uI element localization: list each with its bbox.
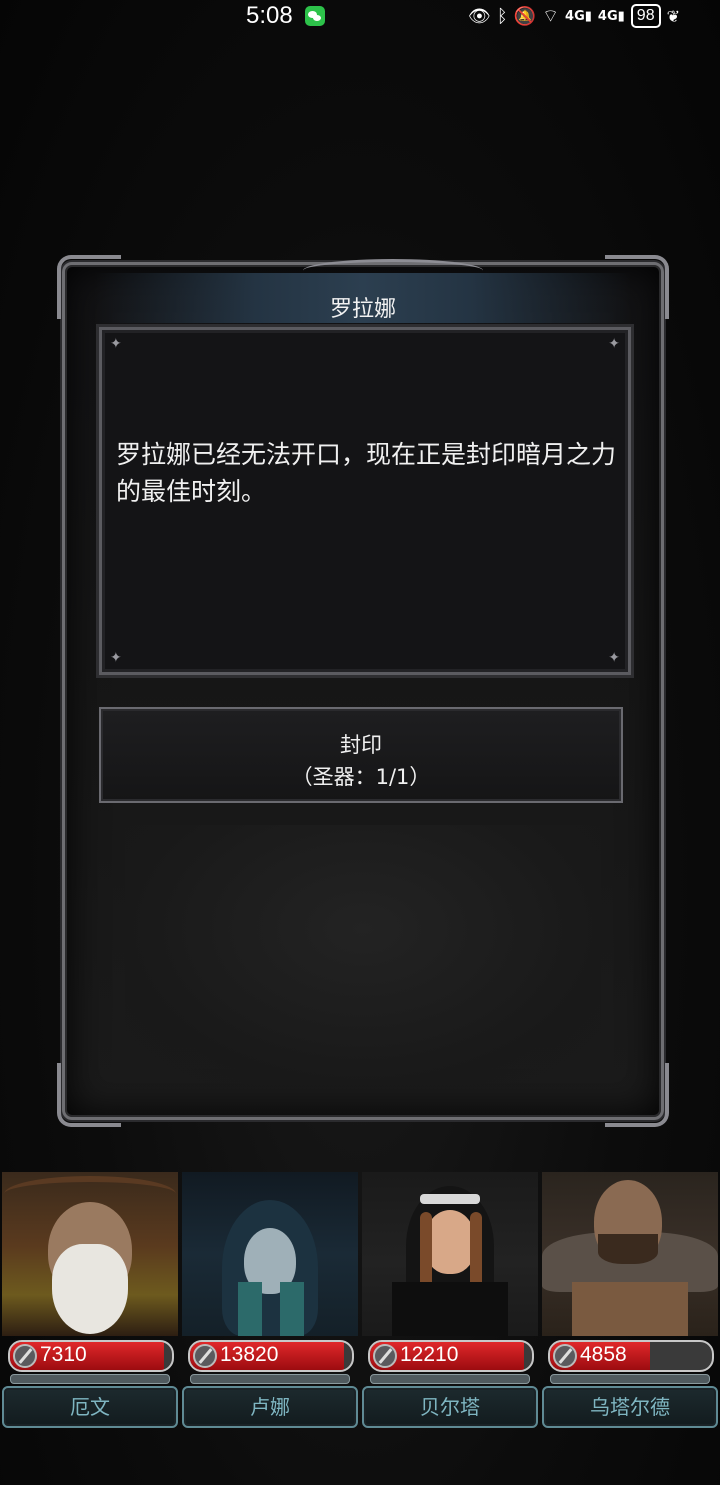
eye-icon: 👁 bbox=[468, 5, 491, 27]
party-member[interactable]: 12210 贝尔塔 bbox=[360, 1172, 540, 1432]
member-name-button[interactable]: 乌塔尔德 bbox=[542, 1386, 718, 1428]
speaker-name: 罗拉娜 bbox=[329, 297, 396, 322]
hp-bar: 13820 bbox=[188, 1340, 354, 1372]
title-bar: 罗拉娜 bbox=[95, 259, 631, 323]
frame-ornament bbox=[57, 1063, 121, 1127]
wifi-icon: ⌔ bbox=[542, 5, 560, 27]
sword-icon bbox=[13, 1344, 37, 1368]
wechat-notification-icon bbox=[305, 6, 325, 26]
dialog-text-box: ✦ ✦ ✦ ✦ 罗拉娜已经无法开口，现在正是封印暗月之力的最佳时刻。 bbox=[99, 327, 631, 675]
sword-icon bbox=[553, 1344, 577, 1368]
sub-bar bbox=[190, 1374, 350, 1384]
sub-bar bbox=[550, 1374, 710, 1384]
signal-icon-1: 4G▮ bbox=[565, 8, 592, 24]
leaf-icon: ❦ bbox=[666, 6, 680, 26]
member-name-button[interactable]: 贝尔塔 bbox=[362, 1386, 538, 1428]
hp-value: 13820 bbox=[220, 1343, 279, 1366]
hp-value: 4858 bbox=[580, 1343, 627, 1366]
frame-ornament bbox=[605, 1063, 669, 1127]
choice-label: 封印 bbox=[340, 733, 382, 757]
member-name-button[interactable]: 厄文 bbox=[2, 1386, 178, 1428]
seal-choice-button[interactable]: 封印 （圣器：1/1） bbox=[99, 707, 623, 803]
hp-bar: 7310 bbox=[8, 1340, 174, 1372]
portrait-nun bbox=[362, 1172, 538, 1336]
party-member[interactable]: 7310 厄文 bbox=[0, 1172, 180, 1432]
party-member[interactable]: 4858 乌塔尔德 bbox=[540, 1172, 720, 1432]
system-icons: 👁 ᛒ 🔕 ⌔ 4G▮ 4G▮ 98 ❦ bbox=[468, 4, 680, 28]
background-texture bbox=[125, 825, 601, 1085]
sparkle-icon: ✦ bbox=[608, 336, 620, 352]
hp-bar: 12210 bbox=[368, 1340, 534, 1372]
sword-icon bbox=[373, 1344, 397, 1368]
sparkle-icon: ✦ bbox=[608, 650, 620, 666]
status-bar: 5:08 👁 ᛒ 🔕 ⌔ 4G▮ 4G▮ 98 ❦ bbox=[0, 0, 720, 34]
sword-icon bbox=[193, 1344, 217, 1368]
choice-requirement: （圣器：1/1） bbox=[291, 765, 431, 789]
portrait-barbarian bbox=[542, 1172, 718, 1336]
sub-bar bbox=[370, 1374, 530, 1384]
dialog-frame: 罗拉娜 ✦ ✦ ✦ ✦ 罗拉娜已经无法开口，现在正是封印暗月之力的最佳时刻。 封… bbox=[57, 255, 669, 1127]
signal-icon-2: 4G▮ bbox=[597, 8, 625, 24]
clock: 5:08 bbox=[246, 2, 293, 29]
sparkle-icon: ✦ bbox=[110, 650, 122, 666]
portrait-druid bbox=[2, 1172, 178, 1336]
party-member[interactable]: 13820 卢娜 bbox=[180, 1172, 360, 1432]
bluetooth-icon: ᛒ bbox=[496, 5, 508, 27]
battery-icon: 98 bbox=[630, 4, 661, 28]
hp-bar: 4858 bbox=[548, 1340, 714, 1372]
portrait-hooded-woman bbox=[182, 1172, 358, 1336]
sub-bar bbox=[10, 1374, 170, 1384]
hp-value: 7310 bbox=[40, 1343, 87, 1366]
mute-bell-icon: 🔕 bbox=[513, 5, 537, 27]
dialog-text: 罗拉娜已经无法开口，现在正是封印暗月之力的最佳时刻。 bbox=[116, 440, 617, 506]
hp-value: 12210 bbox=[400, 1343, 459, 1366]
member-name-button[interactable]: 卢娜 bbox=[182, 1386, 358, 1428]
sparkle-icon: ✦ bbox=[110, 336, 122, 352]
title-ornament bbox=[303, 259, 483, 282]
party-bar: 7310 厄文 13820 卢娜 12210 贝尔塔 4858 乌塔尔德 bbox=[0, 1172, 720, 1432]
